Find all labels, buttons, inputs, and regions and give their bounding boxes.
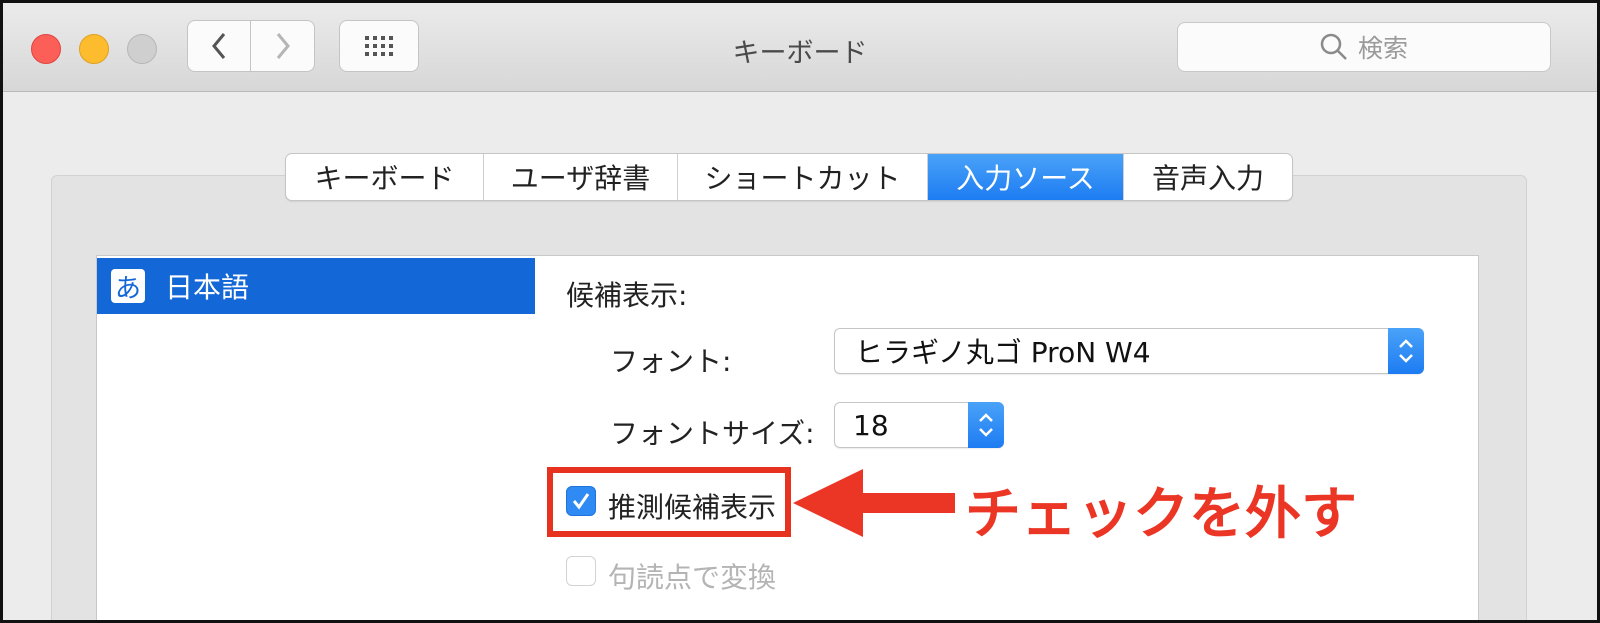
punctuation-convert-checkbox[interactable] [566,556,596,586]
tab-keyboard[interactable]: キーボード [286,154,484,200]
tab-dictation[interactable]: 音声入力 [1124,154,1292,200]
search-placeholder: 検索 [1357,34,1408,63]
font-size-popup[interactable]: 18 [834,402,1004,448]
font-size-label: フォントサイズ: [610,417,815,450]
font-size-value: 18 [853,408,889,442]
annotation-text: チェックを外す [965,482,1357,547]
tab-bar: キーボード ユーザ辞書 ショートカット 入力ソース 音声入力 [285,153,1293,201]
input-source-settings: 候補表示: フォント: ヒラギノ丸ゴ ProN W4 フォントサイズ: 18 推… [536,255,1479,620]
highlight-box [547,467,791,537]
preferences-window: キーボード 検索 キーボード ユーザ辞書 ショートカット 入力ソース 音声入力 … [0,0,1600,623]
hiragana-icon: あ [111,269,145,304]
font-popup-stepper[interactable] [1388,328,1424,374]
tab-shortcuts[interactable]: ショートカット [678,154,928,200]
up-down-arrows-icon [979,413,993,437]
title-bar: キーボード 検索 [3,3,1597,92]
font-label: フォント: [610,345,732,378]
arrow-left-icon [793,469,955,537]
tab-input-sources[interactable]: 入力ソース [928,154,1124,200]
font-popup[interactable]: ヒラギノ丸ゴ ProN W4 [834,328,1424,374]
font-value: ヒラギノ丸ゴ ProN W4 [855,336,1151,369]
candidate-section-label: 候補表示: [566,279,688,312]
font-size-stepper[interactable] [968,402,1004,448]
input-source-list: あ 日本語 [96,255,538,620]
search-field[interactable]: 検索 [1177,22,1551,72]
up-down-arrows-icon [1399,339,1413,363]
tab-user-dictionary[interactable]: ユーザ辞書 [484,154,678,200]
search-icon [1320,33,1347,60]
punctuation-convert-label: 句読点で変換 [608,561,777,594]
input-source-item-japanese[interactable]: あ 日本語 [97,258,535,314]
input-source-label: 日本語 [165,271,250,304]
